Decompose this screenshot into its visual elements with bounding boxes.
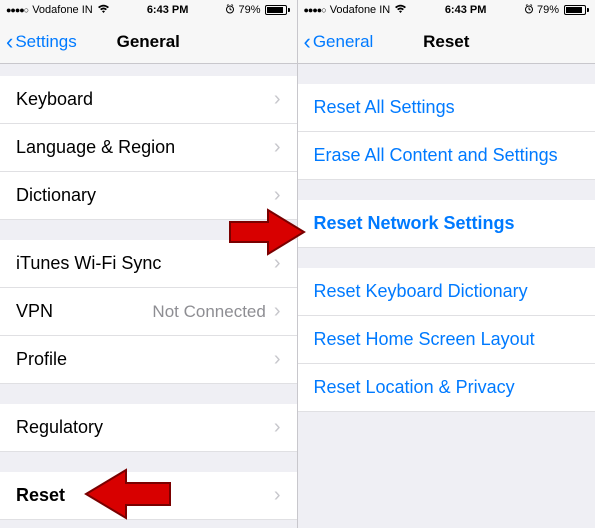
signal-dots-icon: ●●●●○ <box>304 5 326 15</box>
alarm-icon <box>225 4 235 17</box>
row-label: Reset Network Settings <box>314 213 515 234</box>
clock-label: 6:43 PM <box>445 4 487 16</box>
row-label: Profile <box>16 349 274 370</box>
status-bar: ●●●●○ Vodafone IN 6:43 PM 79% <box>0 0 297 20</box>
carrier-label: Vodafone IN <box>330 4 391 16</box>
row-reset-all-settings[interactable]: Reset All Settings <box>298 84 595 132</box>
chevron-right-icon: › <box>274 300 281 323</box>
row-reset-network-settings[interactable]: Reset Network Settings <box>298 200 595 248</box>
carrier-label: Vodafone IN <box>32 4 93 16</box>
page-title: Reset <box>298 32 595 52</box>
row-vpn[interactable]: VPN Not Connected › <box>0 288 297 336</box>
row-label: Erase All Content and Settings <box>314 145 558 166</box>
row-reset-location-privacy[interactable]: Reset Location & Privacy <box>298 364 595 412</box>
reset-list: Reset All Settings Erase All Content and… <box>298 64 595 412</box>
row-label: Reset Keyboard Dictionary <box>314 281 528 302</box>
row-regulatory[interactable]: Regulatory › <box>0 404 297 452</box>
chevron-right-icon: › <box>274 348 281 371</box>
screen-reset: ●●●●○ Vodafone IN 6:43 PM 79% ‹ Gene <box>298 0 595 528</box>
row-label: Keyboard <box>16 89 274 110</box>
chevron-right-icon: › <box>274 184 281 207</box>
screen-general: ●●●●○ Vodafone IN 6:43 PM 79% ‹ Sett <box>0 0 298 528</box>
battery-icon <box>562 5 589 15</box>
wifi-icon <box>97 4 110 17</box>
row-label: Regulatory <box>16 417 274 438</box>
chevron-right-icon: › <box>274 416 281 439</box>
status-bar: ●●●●○ Vodafone IN 6:43 PM 79% <box>298 0 595 20</box>
row-label: VPN <box>16 301 152 322</box>
row-erase-all-content[interactable]: Erase All Content and Settings <box>298 132 595 180</box>
row-reset-home-screen[interactable]: Reset Home Screen Layout <box>298 316 595 364</box>
row-label: Reset Home Screen Layout <box>314 329 535 350</box>
settings-list: Keyboard › Language & Region › Dictionar… <box>0 64 297 520</box>
page-title: General <box>0 32 297 52</box>
wifi-icon <box>394 4 407 17</box>
row-label: Language & Region <box>16 137 274 158</box>
battery-pct-label: 79% <box>238 4 260 16</box>
battery-pct-label: 79% <box>537 4 559 16</box>
row-keyboard[interactable]: Keyboard › <box>0 76 297 124</box>
alarm-icon <box>524 4 534 17</box>
row-reset-keyboard-dictionary[interactable]: Reset Keyboard Dictionary <box>298 268 595 316</box>
annotation-arrow-left-icon <box>82 466 172 522</box>
chevron-right-icon: › <box>274 88 281 111</box>
chevron-right-icon: › <box>274 136 281 159</box>
row-profile[interactable]: Profile › <box>0 336 297 384</box>
clock-label: 6:43 PM <box>147 4 189 16</box>
nav-bar: ‹ General Reset <box>298 20 595 64</box>
row-label: Dictionary <box>16 185 274 206</box>
row-label: Reset Location & Privacy <box>314 377 515 398</box>
signal-dots-icon: ●●●●○ <box>6 5 28 15</box>
row-label: Reset All Settings <box>314 97 455 118</box>
annotation-arrow-right-icon <box>228 206 306 258</box>
battery-icon <box>263 5 290 15</box>
chevron-right-icon: › <box>274 484 281 507</box>
row-language-region[interactable]: Language & Region › <box>0 124 297 172</box>
row-detail: Not Connected <box>152 302 265 322</box>
nav-bar: ‹ Settings General <box>0 20 297 64</box>
